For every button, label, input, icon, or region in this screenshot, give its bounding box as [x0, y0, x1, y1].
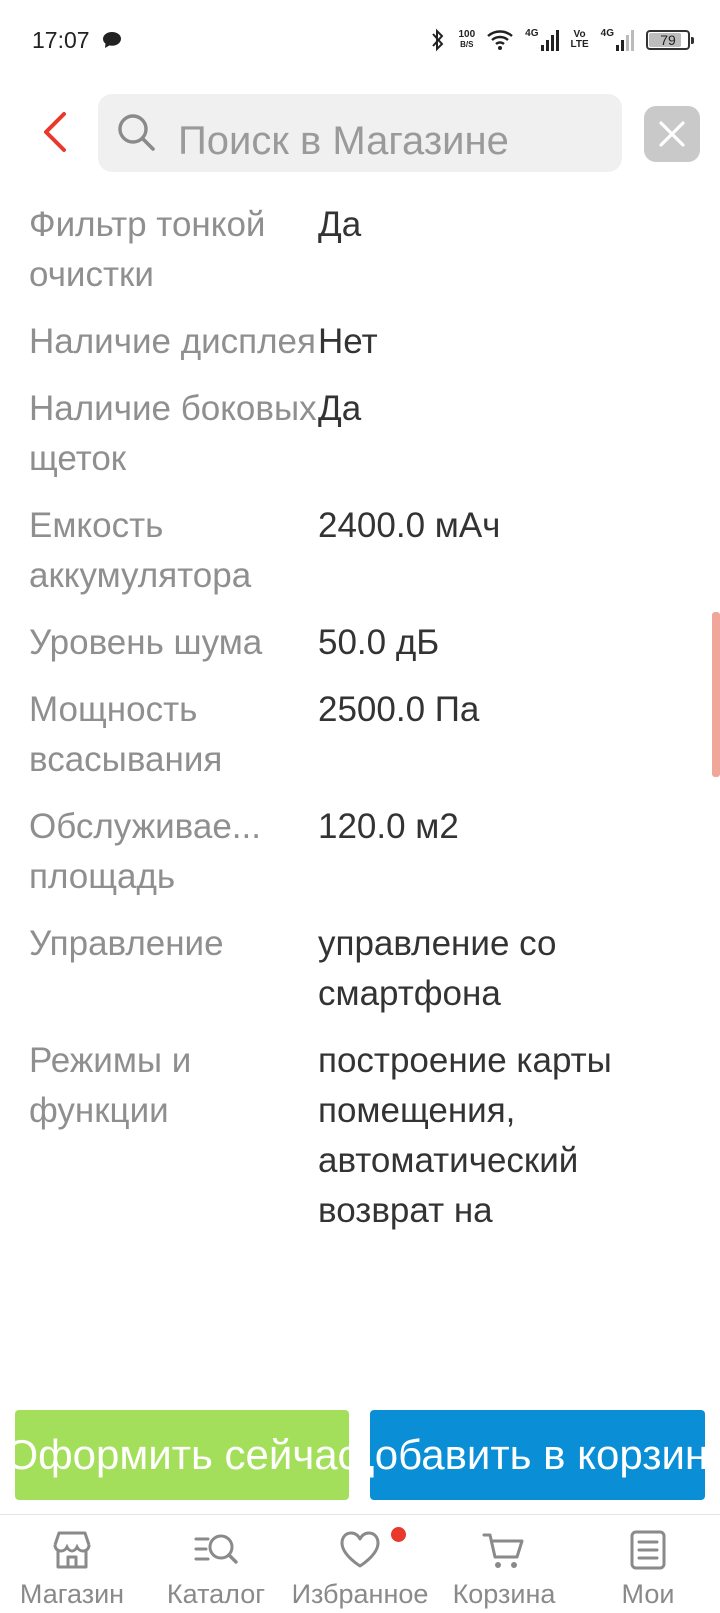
clear-search-button[interactable] — [644, 106, 700, 162]
spec-label: Фильтр тонкой очистки — [29, 205, 266, 294]
spec-value: Да — [318, 205, 362, 244]
spec-label-line: площадь — [29, 857, 176, 896]
spec-label: Наличие дисплея — [29, 322, 316, 361]
nav-item-store[interactable]: Магазин — [0, 1515, 144, 1613]
spec-value: 2500.0 Па — [318, 690, 480, 729]
battery-icon: 79 — [646, 30, 694, 50]
heart-icon — [340, 1531, 380, 1568]
spec-value: 120.0 м2 — [318, 807, 459, 846]
spec-row: Уровень шума 50.0 дБ — [0, 618, 720, 685]
nav-item-cart[interactable]: Корзина — [432, 1515, 576, 1613]
spec-label: Обслуживае... площадь — [0, 802, 318, 902]
spec-label: Уровень шума — [29, 623, 263, 662]
nav-label: Каталог — [166, 1579, 266, 1609]
spec-label: Управление — [29, 924, 224, 963]
buy-now-button[interactable]: Оформить сейчас — [15, 1410, 349, 1500]
nav-label: Избранное — [291, 1579, 429, 1609]
spec-value: Нет — [318, 322, 378, 361]
spec-label: Емкость аккумулятора — [29, 506, 252, 595]
signal-1: 4G — [525, 29, 559, 51]
buy-now-label: Оформить сейчас — [15, 1431, 349, 1478]
spec-value: 2400.0 мАч — [318, 506, 501, 545]
spec-label: Наличие боковых щеток — [29, 389, 317, 478]
spec-row: Наличие боковых щеток Да — [0, 384, 720, 501]
nav-label: Магазин — [19, 1579, 125, 1609]
nav-label: Мои — [621, 1579, 675, 1609]
bottom-nav: Магазин Каталог Избранное Корзина Мои — [0, 1514, 720, 1613]
spec-value: управление со смартфона — [318, 924, 557, 1013]
back-button[interactable] — [36, 108, 76, 156]
search-input[interactable] — [178, 116, 608, 166]
search-box[interactable] — [98, 94, 622, 172]
action-bar: Оформить сейчас Добавить в корзину — [0, 1408, 720, 1502]
specs-list: Фильтр тонкой очистки Да Наличие дисплея… — [0, 200, 720, 1394]
spec-row: Емкость аккумулятора 2400.0 мАч — [0, 501, 720, 618]
spec-row: Обслуживае... площадь 120.0 м2 — [0, 802, 720, 919]
network-speed: 100 B/S — [458, 29, 476, 50]
signal-2: 4G — [601, 29, 634, 51]
spec-label: Мощность всасывания — [29, 690, 223, 779]
wifi-icon — [487, 30, 513, 50]
nav-item-catalog[interactable]: Каталог — [144, 1515, 288, 1613]
cart-icon — [482, 1533, 524, 1568]
scroll-indicator[interactable] — [712, 612, 720, 777]
add-to-cart-label: Добавить в корзину — [370, 1431, 705, 1478]
bluetooth-icon — [432, 28, 444, 52]
spec-value: 50.0 дБ — [318, 623, 440, 662]
document-list-icon — [630, 1530, 666, 1570]
spec-label: Режимы и функции — [29, 1041, 192, 1130]
close-icon — [659, 121, 685, 147]
store-icon — [53, 1531, 91, 1569]
spec-row: Управление управление со смартфона — [0, 919, 720, 1036]
chevron-left-icon — [44, 112, 66, 152]
signal-bars-icon — [616, 29, 634, 51]
favorites-badge — [391, 1527, 406, 1542]
spec-value: Да — [318, 389, 362, 428]
search-icon — [118, 114, 155, 151]
spec-row: Мощность всасывания 2500.0 Па — [0, 685, 720, 802]
spec-row: Наличие дисплея Нет — [0, 317, 720, 384]
signal-bars-icon — [540, 29, 559, 51]
status-bar: 17:07 100 B/S 4G Vo LTE 4G 79 — [0, 0, 720, 80]
nav-label: Корзина — [452, 1579, 556, 1609]
status-time: 17:07 — [32, 26, 90, 53]
search-header — [0, 90, 720, 174]
volte-indicator: Vo LTE — [570, 29, 589, 50]
catalog-search-icon — [194, 1534, 238, 1564]
nav-item-my[interactable]: Мои — [576, 1515, 720, 1613]
spec-row: Режимы и функции построение карты помеще… — [0, 1036, 720, 1253]
nav-item-favorites[interactable]: Избранное — [288, 1515, 432, 1613]
chat-bubble-icon — [102, 32, 121, 48]
spec-value: построение карты помещения, автоматическ… — [318, 1041, 612, 1230]
spec-row: Фильтр тонкой очистки Да — [0, 200, 720, 317]
add-to-cart-button[interactable]: Добавить в корзину — [370, 1410, 705, 1500]
spec-label-line: Обслуживае... — [29, 807, 261, 846]
